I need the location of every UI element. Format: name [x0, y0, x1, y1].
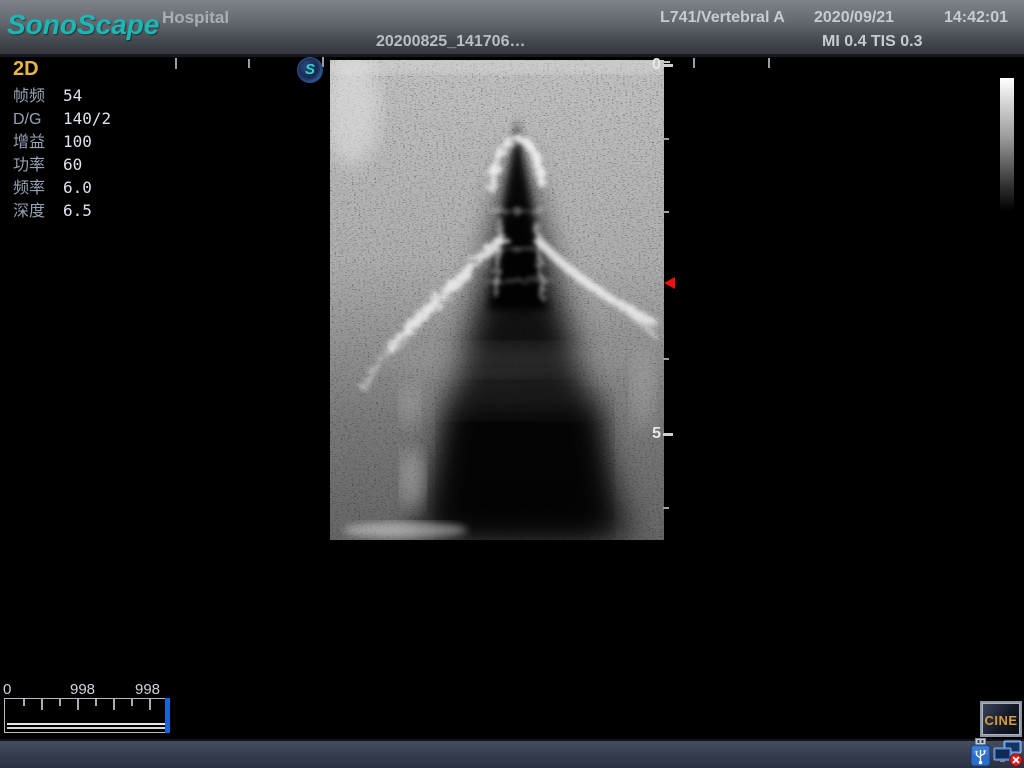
- ultrasound-screen: SonoScape Hospital 20200825_141706… L741…: [0, 0, 1024, 768]
- probe-preset: L741/Vertebral A: [660, 9, 785, 27]
- network-disconnected-icon[interactable]: [993, 740, 1024, 767]
- depth-ruler-tick-minor: [663, 211, 669, 213]
- param-row-dg: D/G140/2: [13, 107, 111, 130]
- cine-position-marker[interactable]: [165, 698, 170, 733]
- width-ruler-line: [385, 61, 670, 63]
- param-value: 54: [63, 86, 82, 105]
- cine-start-label: 0: [3, 681, 11, 698]
- cine-tick: [59, 699, 61, 706]
- width-ruler-tick: [397, 63, 399, 71]
- cine-button[interactable]: CINE: [980, 701, 1022, 737]
- depth-ruler-tick-major: [663, 64, 673, 67]
- param-value: 6.5: [63, 201, 92, 220]
- depth-ruler-five-label: 5: [643, 425, 661, 443]
- param-row-gain: 增益100: [13, 130, 111, 153]
- sonoscape-s-icon: S: [297, 57, 323, 83]
- top-ruler-tick: [768, 58, 770, 68]
- depth-ruler-zero-label: 0: [643, 56, 661, 74]
- depth-ruler-tick-major: [663, 433, 673, 436]
- grayscale-map-bar: [1000, 78, 1014, 211]
- depth-ruler-tick-minor: [663, 507, 669, 509]
- header-bar: SonoScape Hospital 20200825_141706… L741…: [0, 0, 1024, 57]
- cine-tick: [23, 699, 25, 706]
- exam-date: 2020/09/21: [814, 9, 894, 27]
- cine-tick: [149, 699, 151, 710]
- width-ruler-tick: [510, 63, 512, 67]
- cine-total-frames: 998: [135, 681, 160, 698]
- param-value: 60: [63, 155, 82, 174]
- width-ruler-tick: [434, 63, 436, 67]
- cine-scrubber[interactable]: [4, 698, 170, 733]
- mode-2d-label: 2D: [13, 58, 39, 81]
- param-row-depth: 深度6.5: [13, 199, 111, 222]
- width-ruler-tick: [473, 63, 475, 71]
- cine-tick: [113, 699, 115, 710]
- top-ruler-tick: [248, 59, 250, 68]
- cine-current-frame: 998: [70, 681, 95, 698]
- taskbar: [0, 739, 1024, 768]
- exam-id: 20200825_141706…: [376, 33, 525, 51]
- cine-tick: [95, 699, 97, 706]
- width-ruler-tick: [547, 63, 549, 75]
- ultrasound-b-mode-image[interactable]: [330, 60, 664, 540]
- param-label: 功率: [13, 154, 63, 177]
- depth-ruler-tick-minor: [663, 138, 669, 140]
- depth-ruler-tick-minor: [663, 358, 669, 360]
- param-row-power: 功率60: [13, 153, 111, 176]
- param-label: 频率: [13, 177, 63, 200]
- cine-tick: [41, 699, 43, 710]
- brand-logo: SonoScape: [7, 9, 159, 41]
- top-ruler-tick: [175, 58, 177, 69]
- focus-arrow-icon[interactable]: [664, 277, 675, 289]
- param-label: D/G: [13, 108, 63, 131]
- width-ruler-tick: [584, 63, 586, 67]
- cine-button-label: CINE: [982, 713, 1020, 728]
- param-label: 增益: [13, 131, 63, 154]
- param-label: 帧频: [13, 85, 63, 108]
- cine-tick: [77, 699, 79, 710]
- mi-tis-readout: MI 0.4 TIS 0.3: [822, 33, 922, 51]
- top-ruler-tick: [693, 58, 695, 68]
- cine-tick: [131, 699, 133, 706]
- usb-device-icon[interactable]: [969, 738, 992, 767]
- cine-track: [7, 723, 165, 729]
- parameter-panel: 帧频54 D/G140/2 增益100 功率60 频率6.0 深度6.5: [13, 84, 111, 222]
- width-ruler-tick: [620, 63, 622, 71]
- param-row-framerate: 帧频54: [13, 84, 111, 107]
- param-label: 深度: [13, 200, 63, 223]
- param-value: 140/2: [63, 109, 111, 128]
- param-row-frequency: 频率6.0: [13, 176, 111, 199]
- exam-time: 14:42:01: [944, 9, 1008, 27]
- hospital-name: Hospital: [162, 8, 229, 28]
- param-value: 6.0: [63, 178, 92, 197]
- param-value: 100: [63, 132, 92, 151]
